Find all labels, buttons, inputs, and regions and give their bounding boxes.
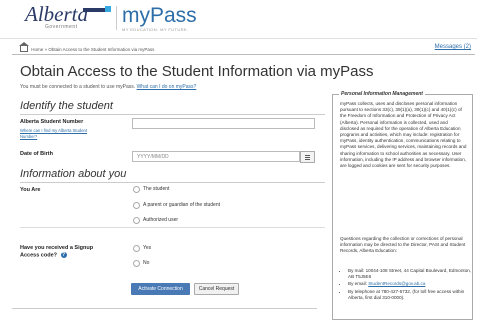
messages-link[interactable]: Messages (2) (435, 44, 471, 50)
contact-email-link[interactable]: StudentRecords@gov.ab.ca (368, 281, 425, 286)
page-title: Obtain Access to the Student Information… (20, 63, 374, 80)
cancel-request-button[interactable]: Cancel Request (194, 283, 239, 295)
intro-text: You must be connected to a student to us… (20, 84, 196, 90)
radio-student-label[interactable]: The student (143, 186, 169, 192)
activate-connection-button[interactable]: Activate Connection (131, 283, 190, 295)
radio-signup-yes-label[interactable]: Yes (143, 245, 151, 251)
radio-authorized-user[interactable] (133, 217, 140, 224)
radio-authorized-user-label[interactable]: Authorized user (143, 217, 178, 223)
about-heading: Information about you (20, 168, 127, 180)
intro-sentence: You must be connected to a student to us… (20, 84, 136, 90)
mypass-tagline: MY EDUCATION. MY FUTURE. (122, 27, 189, 32)
government-label: Government (45, 24, 78, 30)
section-separator (20, 227, 325, 228)
contact-mail: By mail: 10044-108 Street, 44 Capital Bo… (348, 268, 475, 280)
form-bottom-divider (12, 308, 317, 309)
breadcrumb-home[interactable]: Home (31, 47, 43, 52)
home-icon[interactable] (19, 42, 29, 52)
header-divider (0, 38, 477, 39)
radio-parent[interactable] (133, 202, 140, 209)
logo-dot-icon (105, 6, 111, 12)
dob-input[interactable]: YYYY/MM/DD (132, 151, 300, 162)
radio-signup-no-label[interactable]: No (143, 260, 149, 266)
privacy-info-title: Personal Information Management (339, 91, 425, 97)
dob-label: Date of Birth (20, 151, 53, 157)
radio-student[interactable] (133, 186, 140, 193)
contact-phone: By telephone at 780-427-5732, (for toll … (348, 289, 475, 301)
you-are-label: You Are (20, 187, 41, 193)
radio-parent-label[interactable]: A parent or guardian of the student (143, 202, 220, 208)
contact-email-prefix: By email: (348, 281, 367, 287)
identify-heading: Identify the student (20, 100, 113, 112)
asn-label: Alberta Student Number (20, 119, 84, 125)
asn-help-link[interactable]: Where can I find my Alberta Student Numb… (20, 128, 100, 140)
breadcrumb: Home » Obtain Access to the Student Info… (19, 42, 155, 52)
page: Alberta Government myPass MY EDUCATION. … (0, 0, 477, 326)
calendar-button[interactable] (300, 151, 315, 163)
privacy-paragraph-2: Questions regarding the collection or co… (340, 236, 466, 254)
contact-list: By mail: 10044-108 Street, 44 Capital Bo… (340, 268, 475, 302)
privacy-paragraph-1: myPass collects, uses and discloses pers… (340, 101, 467, 169)
breadcrumb-current: Obtain Access to the Student Information… (48, 47, 155, 52)
about-divider (20, 182, 325, 183)
mypass-logo[interactable]: myPass (122, 4, 197, 28)
logo-divider (116, 6, 117, 30)
signup-label-line1: Have you received a Signup (20, 245, 94, 251)
identify-divider (20, 114, 325, 115)
calendar-icon (305, 155, 310, 156)
radio-signup-no[interactable] (133, 260, 140, 267)
signup-label-line2: Access code? (20, 252, 57, 259)
signup-label: Have you received a Signup Access code? … (20, 245, 93, 258)
signup-label-line2-row: Access code? ? (20, 252, 93, 258)
help-icon[interactable]: ? (60, 252, 67, 258)
breadcrumb-divider (12, 54, 475, 55)
what-can-i-do-link[interactable]: What can I do on myPass? (137, 84, 197, 90)
logo-bar-icon (83, 8, 105, 12)
breadcrumb-separator: » (44, 47, 48, 52)
asn-input[interactable] (132, 118, 315, 129)
radio-signup-yes[interactable] (133, 245, 140, 252)
contact-email-item: By email: StudentRecords@gov.ab.ca (348, 281, 475, 287)
